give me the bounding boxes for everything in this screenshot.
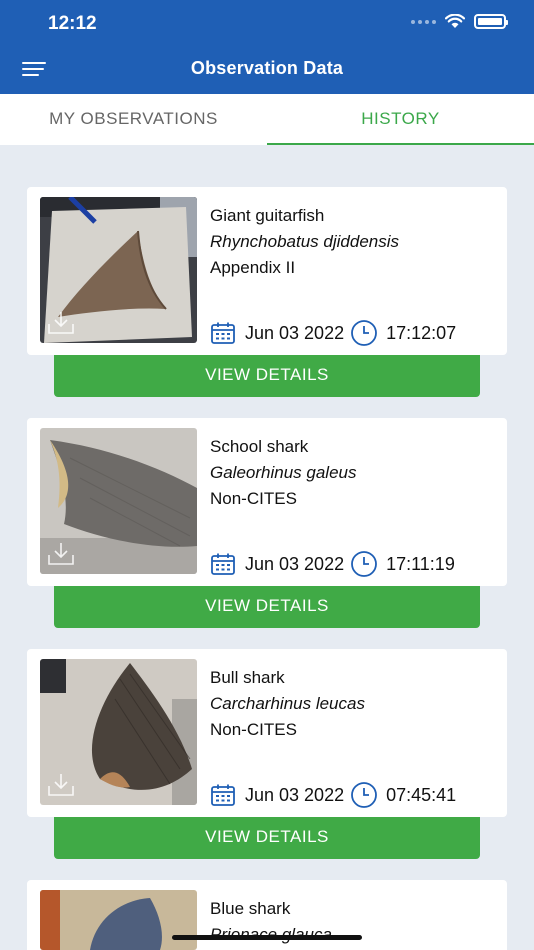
common-name: Giant guitarfish <box>210 206 325 225</box>
download-icon[interactable] <box>46 540 76 568</box>
scientific-name: Galeorhinus galeus <box>210 463 357 482</box>
scientific-name: Carcharhinus leucas <box>210 694 365 713</box>
status-time: 12:12 <box>48 13 97 34</box>
observation-card[interactable]: School shark Galeorhinus galeus Non-CITE… <box>27 418 507 586</box>
download-icon[interactable] <box>46 771 76 799</box>
clock-icon <box>351 782 377 808</box>
app-header: 12:12 Observation Data <box>0 0 534 94</box>
wifi-icon <box>445 14 465 28</box>
observation-photo <box>40 659 197 805</box>
observation-date: Jun 03 2022 <box>245 784 345 805</box>
observation-card[interactable]: Bull shark Carcharhinus leucas Non-CITES… <box>27 649 507 817</box>
observation-date: Jun 03 2022 <box>245 553 345 574</box>
observation-info: Giant guitarfish Rhynchobatus djiddensis… <box>210 203 497 281</box>
tab-my-observations[interactable]: MY OBSERVATIONS <box>0 94 267 145</box>
observation-info: Blue shark Prionace glauca <box>210 896 497 948</box>
view-details-button[interactable]: VIEW DETAILS <box>54 586 480 628</box>
view-details-button[interactable]: VIEW DETAILS <box>54 355 480 397</box>
observation-timestamp: Jun 03 2022 07:45:41 <box>210 781 456 809</box>
observation-date: Jun 03 2022 <box>245 322 345 343</box>
cites-status: Non-CITES <box>210 720 297 739</box>
observation-time: 17:12:07 <box>386 322 457 343</box>
clock-icon <box>351 551 377 577</box>
observation-photo <box>40 197 197 343</box>
battery-icon <box>474 14 508 29</box>
observation-timestamp: Jun 03 2022 17:11:19 <box>210 550 455 578</box>
common-name: Bull shark <box>210 668 285 687</box>
observation-info: Bull shark Carcharhinus leucas Non-CITES <box>210 665 497 743</box>
observation-card[interactable]: Giant guitarfish Rhynchobatus djiddensis… <box>27 187 507 355</box>
observation-time: 17:11:19 <box>386 553 455 574</box>
signal-icon <box>411 19 436 24</box>
status-icons <box>411 14 508 29</box>
common-name: Blue shark <box>210 899 291 918</box>
scientific-name: Rhynchobatus djiddensis <box>210 232 400 251</box>
calendar-icon <box>211 553 235 575</box>
download-icon[interactable] <box>46 309 76 337</box>
cites-status: Non-CITES <box>210 489 297 508</box>
view-details-button[interactable]: VIEW DETAILS <box>54 817 480 859</box>
calendar-icon <box>211 784 235 806</box>
calendar-icon <box>211 322 235 344</box>
page-title: Observation Data <box>190 58 344 78</box>
tab-history[interactable]: HISTORY <box>267 94 534 145</box>
observation-photo <box>40 428 197 574</box>
observation-info: School shark Galeorhinus galeus Non-CITE… <box>210 434 497 512</box>
clock-icon <box>351 320 377 346</box>
observation-time: 07:45:41 <box>386 784 457 805</box>
observation-photo <box>40 890 197 950</box>
observation-timestamp: Jun 03 2022 17:12:07 <box>210 319 456 347</box>
home-indicator <box>172 935 362 940</box>
common-name: School shark <box>210 437 309 456</box>
tab-bar: MY OBSERVATIONS HISTORY <box>0 94 534 145</box>
cites-status: Appendix II <box>210 258 296 277</box>
